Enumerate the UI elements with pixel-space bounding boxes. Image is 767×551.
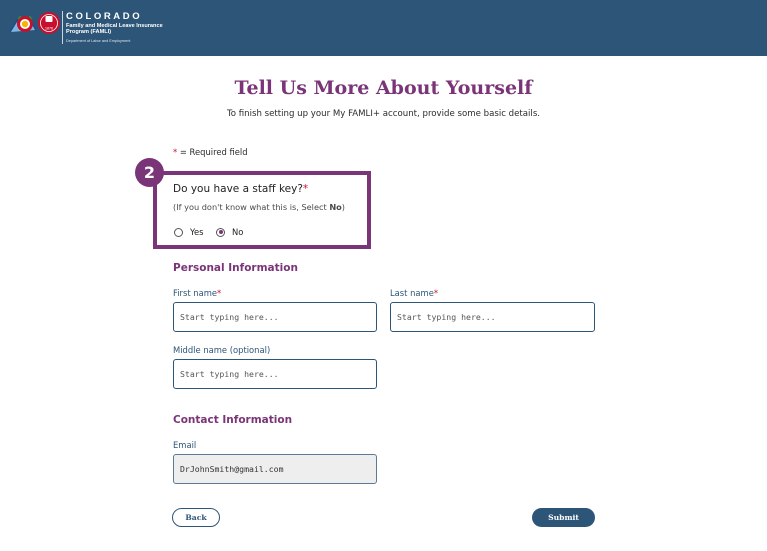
first-name-input[interactable] <box>173 302 377 332</box>
middle-name-label: Middle name (optional) <box>173 345 271 355</box>
logo-state-name: COLORADO <box>66 11 143 22</box>
page-subtitle: To finish setting up your My FAMLI+ acco… <box>226 109 541 119</box>
email-label: Email <box>173 440 197 450</box>
staff-key-question: Do you have a staff key?* <box>173 183 308 195</box>
submit-button[interactable]: Submit <box>532 508 595 527</box>
back-button[interactable]: Back <box>172 508 220 527</box>
middle-name-input[interactable] <box>173 359 377 389</box>
email-field[interactable] <box>173 454 377 484</box>
page-title: Tell Us More About Yourself <box>234 77 533 99</box>
staff-key-no-radio[interactable]: No <box>216 227 243 237</box>
required-star: * <box>217 288 222 298</box>
staff-key-hint: (If you don't know what this is, Select … <box>173 202 345 212</box>
logo-department-name: Department of Labor and Employment <box>66 39 131 43</box>
step-number-badge: 2 <box>135 158 164 187</box>
hint-prefix: (If you don't know what this is, Select <box>173 202 330 212</box>
radio-label-yes: Yes <box>190 227 204 237</box>
last-name-label: Last name* <box>390 288 438 298</box>
last-name-label-text: Last name <box>390 288 434 298</box>
required-note-text: = Required field <box>177 147 248 157</box>
radio-label-no: No <box>232 227 244 237</box>
logo-divider <box>62 11 63 44</box>
contact-information-heading: Contact Information <box>173 414 293 426</box>
required-field-note: * = Required field <box>173 147 248 157</box>
first-name-label: First name* <box>173 288 221 298</box>
colorado-famli-logo[interactable]: 1876 <box>7 10 63 36</box>
required-star: * <box>433 288 439 298</box>
radio-circle-no[interactable] <box>216 227 225 237</box>
logo-program-name: Family and Medical Leave Insurance Progr… <box>66 23 163 36</box>
hint-suffix: ) <box>341 202 345 212</box>
site-header: 1876 COLORADO Family and Medical Leave I… <box>0 0 767 56</box>
personal-information-heading: Personal Information <box>173 262 298 274</box>
required-star: * <box>302 183 309 195</box>
last-name-input[interactable] <box>390 302 595 332</box>
seal-year-text: 1876 <box>45 27 53 31</box>
radio-circle-yes[interactable] <box>174 227 183 237</box>
staff-key-yes-radio[interactable]: Yes <box>174 227 204 237</box>
staff-key-question-text: Do you have a staff key? <box>173 183 303 195</box>
first-name-label-text: First name <box>173 288 218 298</box>
hint-bold-no: No <box>329 202 342 212</box>
